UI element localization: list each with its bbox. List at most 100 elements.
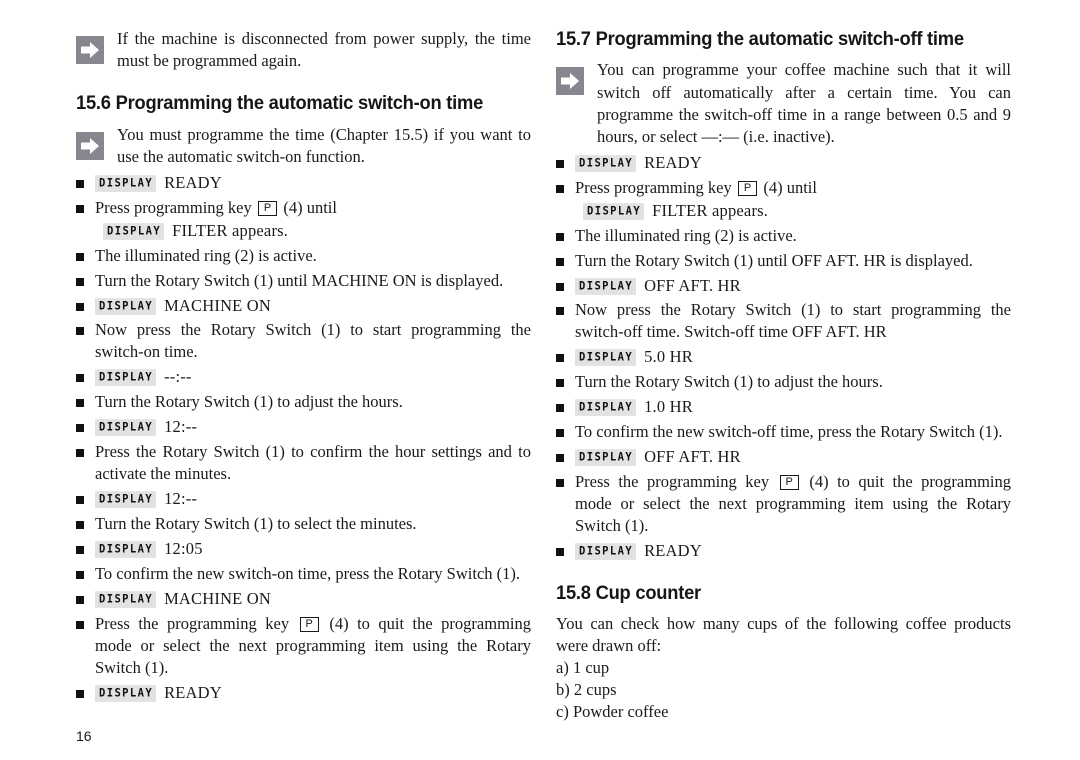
step-item: DISPLAY READY — [76, 172, 531, 194]
step-item: Turn the Rotary Switch (1) until OFF AFT… — [556, 250, 1011, 272]
step-item: DISPLAY READY — [556, 152, 1011, 174]
step-item: The illuminated ring (2) is active. — [556, 225, 1011, 247]
display-row: DISPLAY --:-- — [95, 367, 192, 386]
step-text: Now press the Rotary Switch (1) to start… — [95, 320, 531, 362]
note-text: You must programme the time (Chapter 15.… — [117, 124, 531, 166]
display-badge: DISPLAY — [95, 491, 157, 508]
display-row: DISPLAY MACHINE ON — [95, 589, 271, 608]
bullet-square-icon — [556, 354, 564, 363]
step-item: DISPLAY READY — [76, 682, 531, 704]
step-text: The illuminated ring (2) is active. — [95, 245, 317, 265]
bullet-square-icon — [76, 204, 84, 213]
display-badge: DISPLAY — [575, 449, 637, 466]
cup-counter-item: c) Powder coffee — [556, 701, 669, 721]
step-text: Now press the Rotary Switch (1) to start… — [575, 300, 1011, 342]
programming-key-button[interactable]: P — [779, 475, 799, 491]
manual-page: If the machine is disconnected from powe… — [0, 0, 1080, 760]
right-column: 15.7 Programming the automatic switch-of… — [556, 28, 1011, 723]
arrow-right-icon — [76, 36, 104, 64]
bullet-square-icon — [76, 399, 84, 408]
step-item: Press programming key P (4) until DISPLAY… — [556, 177, 1011, 222]
bullet-square-icon — [76, 374, 84, 383]
bullet-square-icon — [556, 379, 564, 388]
display-badge: DISPLAY — [95, 419, 157, 436]
display-value: READY — [644, 152, 702, 172]
bullet-square-icon — [76, 689, 84, 698]
display-value: 12:-- — [164, 417, 198, 437]
display-row: DISPLAY OFF AFT. HR — [575, 447, 741, 466]
bullet-square-icon — [76, 179, 84, 188]
cup-counter-item: a) 1 cup — [556, 658, 610, 678]
bullet-square-icon — [556, 257, 564, 266]
display-value: 12:-- — [164, 489, 198, 509]
step-item: Press the programming key P (4) to quit … — [76, 613, 531, 679]
display-value: READY — [164, 172, 222, 192]
bullet-square-icon — [556, 307, 564, 316]
display-value: READY — [644, 540, 702, 560]
step-item: The illuminated ring (2) is active. — [76, 245, 531, 267]
page-number: 16 — [76, 728, 92, 744]
display-badge: DISPLAY — [575, 542, 637, 560]
step-text: To confirm the new switch-off time, pres… — [575, 422, 1003, 442]
display-badge: DISPLAY — [95, 369, 157, 386]
display-row: DISPLAY 5.0 HR — [575, 347, 693, 366]
bullet-square-icon — [556, 479, 564, 488]
bullet-square-icon — [556, 547, 564, 556]
step-text: To confirm the new switch-on time, press… — [95, 563, 521, 583]
step-text: Turn the Rotary Switch (1) to adjust the… — [95, 392, 403, 412]
display-badge: DISPLAY — [575, 349, 637, 366]
step-item: Turn the Rotary Switch (1) to adjust the… — [76, 391, 531, 413]
bullet-square-icon — [76, 449, 84, 458]
display-badge: DISPLAY — [583, 202, 645, 220]
display-badge: DISPLAY — [575, 399, 637, 416]
display-value: FILTER appears. — [652, 200, 769, 220]
display-badge: DISPLAY — [95, 174, 157, 192]
step-text: Turn the Rotary Switch (1) to select the… — [95, 513, 417, 533]
step-item: DISPLAY 12:-- — [76, 488, 531, 510]
display-value: FILTER appears. — [172, 220, 289, 240]
display-value: 5.0 HR — [644, 347, 693, 367]
bullet-square-icon — [76, 327, 84, 336]
step-item: Turn the Rotary Switch (1) to adjust the… — [556, 371, 1011, 393]
note-power-supply: If the machine is disconnected from powe… — [76, 28, 531, 72]
note-text: You can programme your coffee machine su… — [597, 60, 1011, 146]
heading-15-7: 15.7 Programming the automatic switch-of… — [556, 28, 964, 50]
step-item: To confirm the new switch-off time, pres… — [556, 421, 1011, 443]
programming-key-button[interactable]: P — [737, 180, 758, 196]
step-item: Now press the Rotary Switch (1) to start… — [556, 299, 1011, 343]
step-item: Turn the Rotary Switch (1) until MACHINE… — [76, 270, 531, 292]
display-value: MACHINE ON — [164, 588, 272, 608]
step-item: Turn the Rotary Switch (1) to select the… — [76, 513, 531, 535]
display-badge: DISPLAY — [575, 154, 637, 172]
step-item: DISPLAY 12:05 — [76, 538, 531, 560]
display-badge: DISPLAY — [95, 297, 157, 314]
display-row: DISPLAY 12:05 — [95, 539, 203, 558]
bullet-square-icon — [76, 520, 84, 529]
display-value: OFF AFT. HR — [644, 275, 741, 295]
step-item: Now press the Rotary Switch (1) to start… — [76, 319, 531, 363]
heading-15-8-wrap: 15.8 Cup counter — [556, 582, 1011, 604]
display-badge: DISPLAY — [95, 541, 157, 558]
display-row: DISPLAY 12:-- — [95, 489, 197, 508]
cup-counter-intro: You can check how many cups of the follo… — [556, 614, 1011, 656]
programming-key-button[interactable]: P — [299, 616, 319, 632]
display-row: DISPLAY FILTER appears. — [583, 200, 1011, 222]
step-text: Turn the Rotary Switch (1) until MACHINE… — [95, 270, 504, 290]
bullet-square-icon — [76, 496, 84, 505]
step-item: DISPLAY OFF AFT. HR — [556, 446, 1011, 468]
programming-key-button[interactable]: P — [257, 200, 278, 216]
heading-15-8: 15.8 Cup counter — [556, 581, 701, 604]
display-row: DISPLAY 12:-- — [95, 417, 197, 436]
bullet-square-icon — [556, 159, 564, 168]
display-row: DISPLAY READY — [575, 153, 702, 172]
step-item: DISPLAY MACHINE ON — [76, 295, 531, 317]
cup-counter-items: a) 1 cup b) 2 cups c) Powder coffee — [556, 657, 1011, 723]
step-item: DISPLAY 12:-- — [76, 416, 531, 438]
display-value: MACHINE ON — [164, 295, 272, 315]
step-text: Press the Rotary Switch (1) to confirm t… — [95, 442, 531, 484]
step-text: Turn the Rotary Switch (1) to adjust the… — [575, 372, 883, 392]
step-item: Press the Rotary Switch (1) to confirm t… — [76, 441, 531, 485]
right-steps-list: DISPLAY READY Press programming key P (4) … — [556, 152, 1011, 562]
heading-15-6-wrap: 15.6 Programming the automatic switch-on… — [76, 92, 531, 114]
bullet-square-icon — [76, 252, 84, 261]
